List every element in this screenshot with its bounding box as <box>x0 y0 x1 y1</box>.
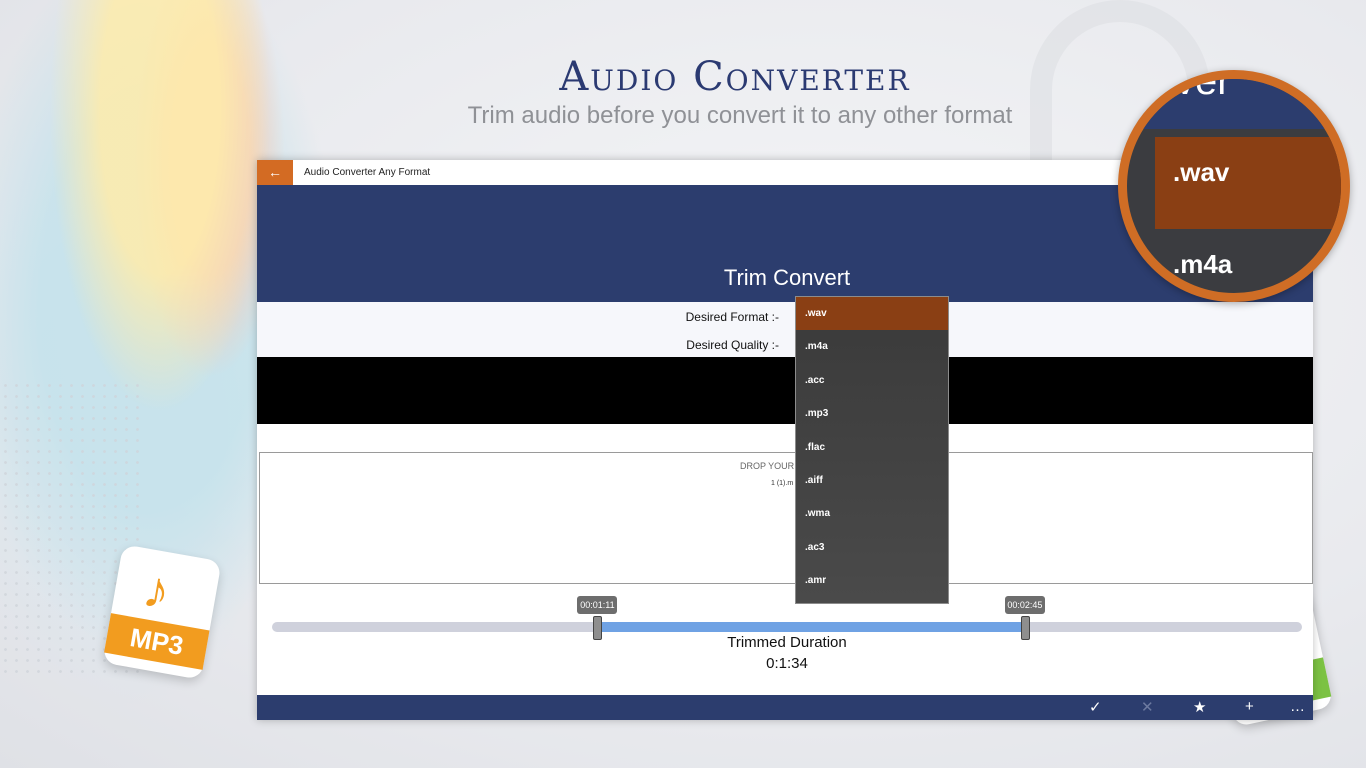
format-option[interactable]: .ac3 <box>796 531 948 564</box>
add-icon[interactable]: + <box>1245 698 1254 715</box>
drop-zone-text: DROP YOUR <box>740 461 795 471</box>
back-button[interactable]: ← <box>257 160 293 185</box>
desired-format-label: Desired Format :- <box>685 310 779 324</box>
format-option[interactable]: .wma <box>796 497 948 530</box>
command-bar: ✓ ✕ ★ + … <box>257 695 1313 720</box>
app-title: Audio Converter Any Format <box>304 167 431 178</box>
format-option[interactable]: .mp3 <box>796 397 948 430</box>
format-option[interactable]: .amr <box>796 564 948 597</box>
preview-band <box>257 357 1313 424</box>
cancel-icon[interactable]: ✕ <box>1141 698 1154 716</box>
desired-quality-label: Desired Quality :- <box>686 338 779 352</box>
trimmed-duration-label: Trimmed Duration <box>727 634 847 651</box>
drop-zone-filename: 1 (1).m <box>771 480 794 487</box>
more-icon[interactable]: … <box>1290 698 1305 715</box>
format-option[interactable]: .aiff <box>796 464 948 497</box>
format-option[interactable]: .acc <box>796 364 948 397</box>
options-form: Desired Format :- Desired Quality :- <box>257 302 1313 357</box>
zoom-lens: ver .wav .m4a <box>1118 70 1350 302</box>
trim-slider-area: 00:01:11 00:02:45 Trimmed Duration 0:1:3… <box>257 584 1313 695</box>
back-arrow-icon: ← <box>268 164 282 180</box>
trim-selected-range <box>597 622 1025 632</box>
mp3-badge-left: ♪ MP3 <box>102 544 222 680</box>
format-option[interactable]: .m4a <box>796 330 948 363</box>
format-option[interactable]: .wav <box>796 297 948 331</box>
end-time-tooltip: 00:02:45 <box>1004 596 1045 614</box>
trimmed-duration-value: 0:1:34 <box>766 655 808 672</box>
file-drop-zone[interactable]: DROP YOUR 1 (1).m <box>259 452 1313 584</box>
spacer-band <box>257 424 1313 452</box>
trim-track[interactable] <box>272 622 1302 632</box>
zoom-header: ver <box>1127 79 1341 129</box>
zoom-selected-option: .wav <box>1173 157 1230 187</box>
favorite-icon[interactable]: ★ <box>1193 698 1206 716</box>
zoom-next-option: .m4a <box>1173 249 1233 279</box>
format-option[interactable]: .flac <box>796 431 948 464</box>
format-dropdown-list[interactable]: .wav .m4a .acc .mp3 .flac .aiff .wma .ac… <box>795 296 949 604</box>
start-time-tooltip: 00:01:11 <box>577 596 618 614</box>
accept-icon[interactable]: ✓ <box>1089 698 1102 716</box>
